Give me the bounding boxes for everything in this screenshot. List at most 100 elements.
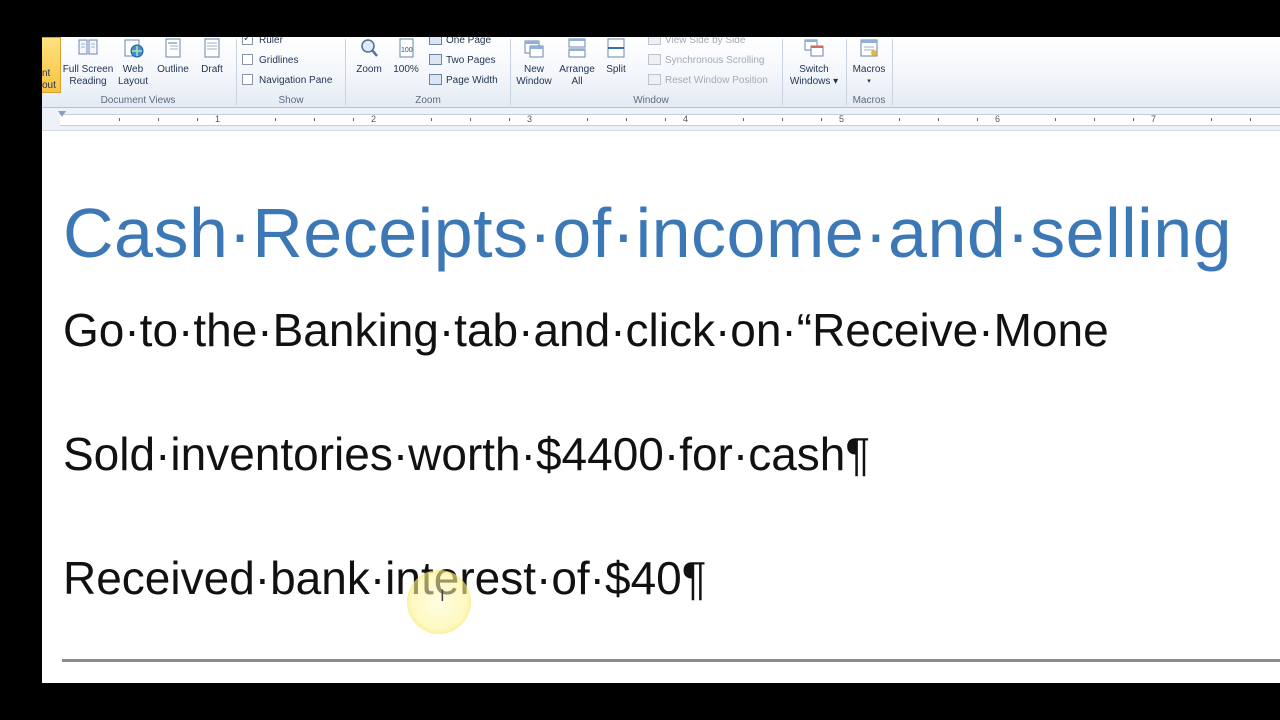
web-layout-label-2: Layout [118,76,149,87]
draft-label: Draft [201,64,223,75]
zoom-button[interactable]: Zoom [353,37,385,76]
ruler-track [60,114,1280,126]
ruler-tick [665,118,666,121]
synchronous-scrolling-button[interactable]: Synchronous Scrolling [648,53,765,69]
show-group: Ruler Gridlines Navigation Pane Show [238,37,344,107]
two-pages-icon [429,53,442,65]
indent-marker-icon[interactable] [58,111,66,117]
ruler-number: 3 [527,114,533,124]
zoom-group-label: Zoom [415,95,441,106]
web-layout-button[interactable]: Web Layout [118,37,148,88]
switch-windows-icon [804,39,824,57]
horizontal-rule [62,659,1280,662]
ruler-tick [977,118,978,121]
new-window-button[interactable]: New Window [512,37,556,88]
ruler-tick [626,118,627,121]
new-window-label-2: Window [516,76,552,87]
reset-window-position-button[interactable]: Reset Window Position [648,73,768,89]
switch-windows-label-2: Windows ▾ [789,76,839,87]
ruler-tick [821,118,822,121]
synchronous-scrolling-icon [648,53,661,65]
gridlines-checkbox[interactable]: Gridlines [242,53,298,69]
split-button[interactable]: Split [600,37,632,76]
ruler-label: Ruler [259,37,283,46]
view-side-by-side-button[interactable]: View Side by Side [648,37,745,49]
ruler-number: 7 [1151,114,1157,124]
zoom-label: Zoom [356,64,382,75]
ribbon-view-tab: nt out Full Screen Reading Web Layout Ou… [42,37,1280,108]
full-screen-reading-label-2: Reading [69,76,107,87]
arrange-all-icon [568,38,586,58]
zoom-100-label: 100% [393,64,419,75]
print-layout-button[interactable]: nt out [42,37,61,93]
ruler-tick [470,118,471,121]
ruler-tick [275,118,276,121]
reset-window-position-label: Reset Window Position [665,75,768,86]
full-screen-reading-button[interactable]: Full Screen Reading [62,37,114,88]
document-heading[interactable]: Cash·Receipts·of·income·and·selling [63,193,1232,273]
group-separator [345,39,346,105]
print-layout-partial-label: nt [42,68,51,79]
arrange-all-label: Arrange [559,64,595,75]
ruler-tick [1055,118,1056,121]
full-screen-reading-icon [78,39,98,55]
macros-icon [860,39,878,57]
document-paragraph-2[interactable]: Sold·inventories·worth·$4400·for·cash¶ [63,427,870,481]
one-page-button[interactable]: One Page [429,37,491,49]
ruler-tick [197,118,198,121]
document-views-group-label: Document Views [100,95,176,106]
show-group-label: Show [278,95,304,106]
ruler-number: 1 [215,114,221,124]
draft-button[interactable]: Draft [196,37,228,76]
checkbox-icon [242,73,253,85]
checkbox-icon [242,53,253,65]
i-beam-cursor-icon: I [440,586,445,605]
ruler-number: 5 [839,114,845,124]
group-separator [236,39,237,105]
ruler-number: 2 [371,114,377,124]
page-width-icon [429,73,442,85]
arrange-all-button[interactable]: Arrange All [556,37,598,88]
checkbox-checked-icon [242,37,253,47]
zoom-100-button[interactable]: 100 100% [391,37,421,76]
print-layout-partial-label-2: out [42,80,56,91]
gridlines-label: Gridlines [259,55,299,66]
zoom-group: Zoom 100 100% One Page Two Pages Page Wi… [347,37,509,107]
document-paragraph-3[interactable]: Received·bank·interest·of·$40¶ [63,551,706,605]
group-separator [892,39,893,105]
ruler-number: 6 [995,114,1001,124]
ruler-number: 4 [683,114,689,124]
ruler-tick [743,118,744,121]
synchronous-scrolling-label: Synchronous Scrolling [665,55,765,66]
view-side-by-side-label: View Side by Side [665,37,746,46]
draft-icon [204,38,220,58]
two-pages-label: Two Pages [446,55,496,66]
ruler-tick [587,118,588,121]
window-group: New Window Arrange All Split View Side b… [512,37,846,107]
horizontal-ruler[interactable]: 1 2 3 4 5 6 7 [42,108,1280,131]
ruler-tick [1094,118,1095,121]
one-page-label: One Page [446,37,492,46]
switch-windows-button[interactable]: Switch Windows ▾ [786,37,842,88]
ruler-tick [353,118,354,121]
cursor-highlight [407,570,471,634]
chevron-down-icon: ▾ [867,78,871,85]
two-pages-button[interactable]: Two Pages [429,53,495,69]
ruler-tick [899,118,900,121]
web-layout-icon [124,39,144,58]
split-label: Split [606,64,626,75]
outline-button[interactable]: Outline [152,37,194,76]
ruler-tick [938,118,939,121]
new-window-label: New [523,64,544,75]
macros-button[interactable]: Macros ▾ [848,37,890,88]
navigation-pane-label: Navigation Pane [259,75,333,86]
page-width-button[interactable]: Page Width [429,73,498,89]
full-screen-reading-label: Full Screen [62,64,114,75]
ruler-checkbox[interactable]: Ruler [242,37,283,49]
page-100-icon: 100 [399,38,414,58]
magnifier-icon [361,39,378,57]
navigation-pane-checkbox[interactable]: Navigation Pane [242,73,332,89]
reset-window-position-icon [648,73,661,85]
side-by-side-icon [648,37,661,45]
document-paragraph-1[interactable]: Go·to·the·Banking·tab·and·click·on·“Rece… [63,303,1109,357]
